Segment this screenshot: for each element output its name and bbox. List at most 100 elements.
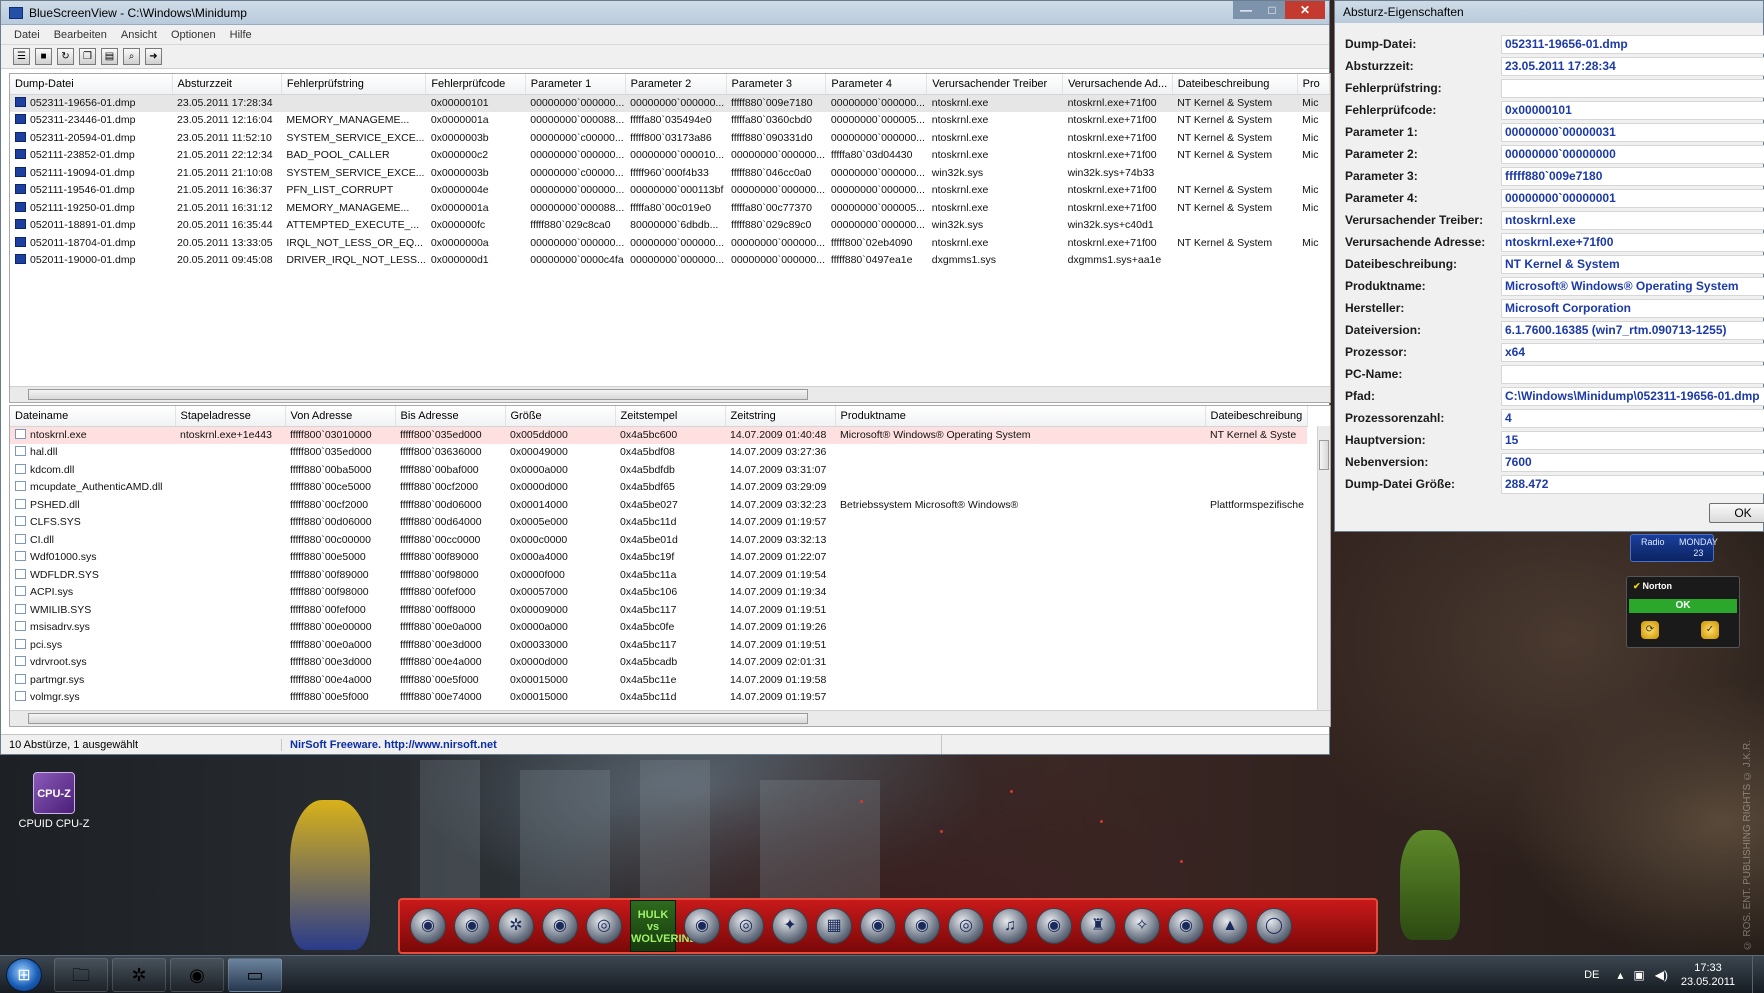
firefox-taskbar-button[interactable]: ◉ (170, 958, 224, 992)
volume-icon[interactable]: ◀) (1655, 968, 1668, 982)
table-row[interactable]: CLFS.SYS fffff880`00d06000 fffff880`00d640… (10, 514, 1307, 532)
menu-optionen[interactable]: Optionen (164, 29, 223, 41)
dock-app-icon[interactable]: ◉ (1168, 908, 1204, 944)
column-header[interactable]: Verursachender Treiber (926, 74, 1064, 95)
scrollbar-thumb[interactable] (28, 713, 808, 724)
dock-app-icon[interactable]: ◉ (454, 908, 490, 944)
driver-list-horizontal-scrollbar[interactable] (10, 710, 1330, 726)
scrollbar-thumb[interactable] (1319, 440, 1329, 470)
norton-scan-icon[interactable]: ⟳ (1641, 621, 1659, 639)
property-value[interactable] (1501, 78, 1764, 98)
table-row[interactable]: 052311-23446-01.dmp 23.05.2011 12:16:04 ME… (10, 112, 1330, 130)
table-row[interactable]: 052111-19094-01.dmp 21.05.2011 21:10:08 SY… (10, 164, 1330, 182)
property-value[interactable]: C:\Windows\Minidump\052311-19656-01.dmp (1501, 386, 1764, 406)
maximize-button[interactable]: □ (1259, 1, 1285, 19)
column-header[interactable]: Fehlerprüfstring (281, 74, 427, 95)
column-header[interactable]: Dateiname (10, 406, 176, 427)
app-taskbar-button[interactable]: ✲ (112, 958, 166, 992)
html-report-icon[interactable]: ▤ (101, 48, 118, 65)
refresh-icon[interactable]: ↻ (57, 48, 74, 65)
dock-app-icon[interactable]: ✧ (1124, 908, 1160, 944)
dock-app-icon[interactable]: ◉ (684, 908, 720, 944)
column-header[interactable]: Bis Adresse (395, 406, 506, 427)
taskbar-clock[interactable]: 17:33 23.05.2011 (1678, 961, 1738, 989)
nirsoft-link[interactable]: NirSoft Freeware. http://www.nirsoft.net (281, 738, 941, 751)
dock-app-icon[interactable]: ✲ (498, 908, 534, 944)
property-value[interactable]: 6.1.7600.16385 (win7_rtm.090713-1255) (1501, 320, 1764, 340)
column-header[interactable]: Parameter 3 (726, 74, 827, 95)
dock-app-icon[interactable]: ▦ (816, 908, 852, 944)
table-row[interactable]: partmgr.sys fffff880`00e4a000 fffff880`00e… (10, 671, 1307, 689)
column-header[interactable]: Stapeladresse (175, 406, 286, 427)
dock-app-icon[interactable]: ◉ (860, 908, 896, 944)
show-hidden-icons-icon[interactable]: ▴ (1617, 968, 1623, 982)
cpuz-desktop-shortcut[interactable]: CPU-Z CPUID CPU-Z (18, 772, 90, 830)
crash-list-horizontal-scrollbar[interactable] (10, 386, 1330, 402)
property-value[interactable]: fffff880`009e7180 (1501, 166, 1764, 186)
column-header[interactable]: Pro (1297, 74, 1330, 95)
column-header[interactable]: Verursachende Ad... (1062, 74, 1173, 95)
table-row[interactable]: Wdf01000.sys fffff880`00e5000 fffff880`00f… (10, 549, 1307, 567)
property-value[interactable]: ntoskrnl.exe+71f00 (1501, 232, 1764, 252)
table-row[interactable]: 052011-19000-01.dmp 20.05.2011 09:45:08 DR… (10, 252, 1330, 270)
property-value[interactable]: 23.05.2011 17:28:34 (1501, 56, 1764, 76)
table-row[interactable]: PSHED.dll fffff880`00cf2000 fffff880`00d06… (10, 496, 1307, 514)
table-row[interactable]: ACPI.sys fffff880`00f98000 fffff880`00fef0… (10, 584, 1307, 602)
table-row[interactable]: WDFLDR.SYS fffff880`00f89000 fffff880`00f9… (10, 566, 1307, 584)
table-row[interactable]: 052111-23852-01.dmp 21.05.2011 22:12:34 BA… (10, 147, 1330, 165)
dock-app-icon[interactable]: ◎ (586, 908, 622, 944)
norton-settings-icon[interactable]: ✓ (1701, 621, 1719, 639)
exit-icon[interactable]: ➜ (145, 48, 162, 65)
menu-datei[interactable]: Datei (7, 29, 47, 41)
column-header[interactable]: Dateibeschreibung (1205, 406, 1308, 427)
property-value[interactable]: 052311-19656-01.dmp (1501, 34, 1764, 54)
column-header[interactable]: Zeitstring (725, 406, 836, 427)
find-icon[interactable]: ⌕ (123, 48, 140, 65)
menu-ansicht[interactable]: Ansicht (114, 29, 164, 41)
table-row[interactable]: WMILIB.SYS fffff880`00fef000 fffff880`00ff… (10, 601, 1307, 619)
column-header[interactable]: Von Adresse (285, 406, 396, 427)
scrollbar-thumb[interactable] (28, 389, 808, 400)
menu-hilfe[interactable]: Hilfe (223, 29, 259, 41)
calendar-gadget[interactable]: Radio MONDAY 23 (1630, 534, 1718, 562)
explorer-taskbar-button[interactable]: 🗀 (54, 958, 108, 992)
property-value[interactable]: 15 (1501, 430, 1764, 450)
driver-list-vertical-scrollbar[interactable] (1317, 426, 1330, 710)
column-header[interactable]: Dump-Datei (10, 74, 173, 95)
dock-app-icon[interactable]: ◉ (904, 908, 940, 944)
property-value[interactable]: x64 (1501, 342, 1764, 362)
table-row[interactable]: 052011-18704-01.dmp 20.05.2011 13:33:05 IR… (10, 234, 1330, 252)
column-header[interactable]: Fehlerprüfcode (425, 74, 526, 95)
property-value[interactable] (1501, 364, 1764, 384)
column-header[interactable]: Absturzzeit (172, 74, 282, 95)
property-value[interactable]: Microsoft Corporation (1501, 298, 1764, 318)
bluescreenview-taskbar-button[interactable]: ▭ (228, 958, 282, 992)
column-header[interactable]: Parameter 2 (625, 74, 727, 95)
property-value[interactable]: Microsoft® Windows® Operating System (1501, 276, 1764, 296)
table-row[interactable]: CI.dll fffff880`00c00000 fffff880`00cc0000… (10, 531, 1307, 549)
table-row[interactable]: mcupdate_AuthenticAMD.dll fffff880`00ce50… (10, 479, 1307, 497)
property-value[interactable]: 7600 (1501, 452, 1764, 472)
column-header[interactable]: Parameter 1 (525, 74, 626, 95)
save-icon[interactable]: ■ (35, 48, 52, 65)
column-header[interactable]: Zeitstempel (615, 406, 726, 427)
dock-app-icon[interactable]: ◉ (1036, 908, 1072, 944)
close-button[interactable]: ✕ (1285, 1, 1325, 19)
property-value[interactable]: 4 (1501, 408, 1764, 428)
column-header[interactable]: Parameter 4 (825, 74, 928, 95)
table-row[interactable]: vdrvroot.sys fffff880`00e3d000 fffff880`00… (10, 654, 1307, 672)
table-row[interactable]: 052111-19546-01.dmp 21.05.2011 16:36:37 PF… (10, 182, 1330, 200)
language-indicator[interactable]: DE (1584, 969, 1599, 981)
table-row[interactable]: hal.dll fffff800`035ed000 fffff800`0363600… (10, 444, 1307, 462)
column-header[interactable]: Produktname (835, 406, 1206, 427)
property-value[interactable]: ntoskrnl.exe (1501, 210, 1764, 230)
dock-app-icon[interactable]: ♫ (992, 908, 1028, 944)
table-row[interactable]: 052311-20594-01.dmp 23.05.2011 11:52:10 SY… (10, 129, 1330, 147)
network-icon[interactable]: ▣ (1633, 968, 1644, 982)
main-titlebar[interactable]: BlueScreenView - C:\Windows\Minidump — □… (1, 1, 1329, 25)
dock-app-icon[interactable]: ▲ (1212, 908, 1248, 944)
property-value[interactable]: 00000000`00000031 (1501, 122, 1764, 142)
property-value[interactable]: 00000000`00000000 (1501, 144, 1764, 164)
property-value[interactable]: 288.472 (1501, 474, 1764, 494)
menu-bearbeiten[interactable]: Bearbeiten (47, 29, 114, 41)
